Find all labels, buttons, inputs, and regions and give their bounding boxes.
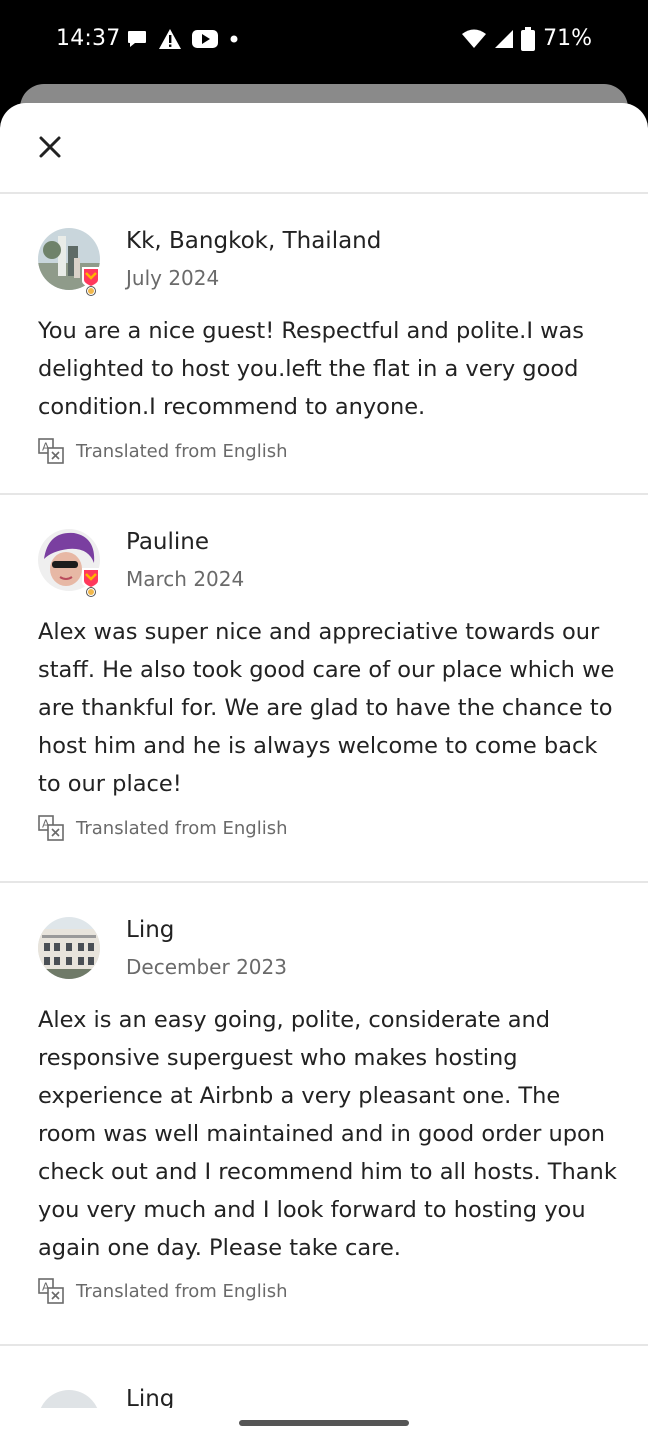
review-item: Kk, Bangkok, Thailand July 2024 You are … xyxy=(0,194,648,495)
battery-level: 71% xyxy=(543,26,592,51)
reviewer-avatar[interactable] xyxy=(38,917,102,981)
status-bar: 14:37 71% xyxy=(0,0,648,84)
notification-icons xyxy=(126,28,240,50)
review-item: Ling December 2023 Alex is an easy going… xyxy=(0,883,648,1346)
translate-icon: A xyxy=(38,1278,64,1304)
signal-icon xyxy=(495,29,514,48)
sheet-header xyxy=(0,103,648,194)
superhost-badge-icon xyxy=(82,267,100,296)
review-text: You are a nice guest! Respectful and pol… xyxy=(38,318,585,420)
translated-label: Translated from English xyxy=(76,440,288,462)
review-item: Pauline March 2024 Alex was super nice a… xyxy=(0,495,648,883)
close-icon xyxy=(39,136,61,158)
translated-note[interactable]: A Translated from English xyxy=(38,1278,287,1304)
review-date: December 2023 xyxy=(126,955,287,979)
translated-note[interactable]: A Translated from English xyxy=(38,438,287,464)
wifi-icon xyxy=(462,29,487,48)
review-date: July 2024 xyxy=(126,266,220,290)
status-time: 14:37 xyxy=(56,26,121,51)
reviewer-name: Pauline xyxy=(126,529,210,555)
superhost-badge-icon xyxy=(82,568,100,597)
avatar xyxy=(38,1390,100,1408)
reviewer-name: Kk, Bangkok, Thailand xyxy=(126,228,382,254)
battery-icon xyxy=(521,26,536,51)
translated-note[interactable]: A Translated from English xyxy=(38,815,287,841)
reviewer-avatar[interactable] xyxy=(38,529,102,597)
close-button[interactable] xyxy=(30,127,70,167)
system-icons: 71% xyxy=(461,26,592,51)
avatar xyxy=(38,917,100,979)
review-item-partial: Ling xyxy=(0,1348,648,1408)
dot-icon xyxy=(230,35,238,43)
youtube-icon xyxy=(192,30,218,48)
review-text: Alex is an easy going, polite, considera… xyxy=(38,1007,617,1261)
warning-icon xyxy=(159,29,181,49)
translated-label: Translated from English xyxy=(76,817,288,839)
translated-label: Translated from English xyxy=(76,1280,288,1302)
reviews-sheet: Kk, Bangkok, Thailand July 2024 You are … xyxy=(0,103,648,1440)
translate-icon: A xyxy=(38,815,64,841)
review-date: March 2024 xyxy=(126,567,245,591)
translate-icon: A xyxy=(38,438,64,464)
chat-bubble-icon xyxy=(128,31,146,47)
review-text: Alex was super nice and appreciative tow… xyxy=(38,619,615,797)
reviewer-avatar[interactable] xyxy=(38,228,102,296)
reviewer-name: Ling xyxy=(126,917,175,943)
home-indicator[interactable] xyxy=(239,1420,409,1426)
reviewer-name: Ling xyxy=(126,1386,175,1408)
